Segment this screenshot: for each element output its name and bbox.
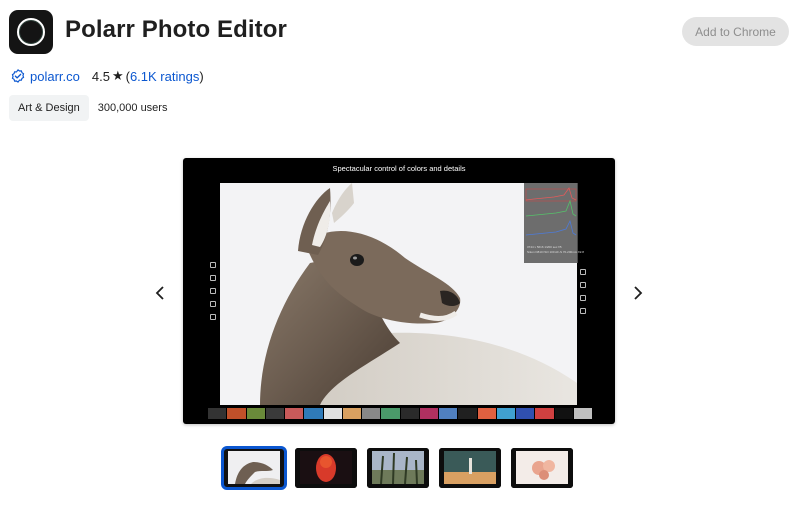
chevron-left-icon[interactable] [151,283,169,303]
app-logo-ring [17,18,45,46]
filter-thumb [439,408,458,419]
thumbnail-4[interactable] [439,448,501,488]
rating-value: 4.5 [91,68,110,84]
filter-thumb [342,408,361,419]
filter-thumb [227,408,246,419]
tool-icon [210,314,216,320]
histogram-exif-1: 3744 x 5616 1/200 sec f/5 [527,245,562,249]
histogram-panel: 3744 x 5616 1/200 sec f/5 Nikon D810 ISO… [524,183,584,263]
publisher-link[interactable]: polarr.co [30,69,80,84]
filter-thumb [208,408,227,419]
filter-thumb [535,408,554,419]
app-title: Polarr Photo Editor [65,16,287,43]
thumbnail-5[interactable] [511,448,573,488]
tool-icon [210,262,216,268]
filter-thumb [246,408,265,419]
tool-icon [580,269,586,275]
thumbnail-2[interactable] [295,448,357,488]
ratings-paren-close: ) [199,68,204,84]
tool-icon [210,301,216,307]
chevron-right-icon[interactable] [629,283,647,303]
main-screenshot[interactable]: Spectacular control of colors and detail… [183,158,615,424]
filter-thumb [323,408,342,419]
thumbnail-3[interactable] [367,448,429,488]
tool-icon [210,275,216,281]
category-chip[interactable]: Art & Design [9,95,89,121]
filter-thumb [304,408,323,419]
histogram-exif-2: Nikon D810 ISO 100 AF-S 70-200mm f/2.8 [527,250,584,254]
category-row: Art & Design 300,000 users [9,95,167,121]
thumbnail-1[interactable] [221,446,287,490]
polarr-ring-icon [9,10,53,54]
filter-thumb [554,408,573,419]
histogram-graph [525,187,577,236]
left-toolbar [210,262,219,327]
star-icon: ★ [111,68,124,83]
meta-row: polarr.co 4.5 ★ (6.1K ratings) [11,67,204,85]
thumbnail-strip [221,446,573,490]
filter-thumb [285,408,304,419]
filter-thumb [477,408,496,419]
filter-thumb [496,408,515,419]
tool-icon [210,288,216,294]
verified-badge-icon [11,69,25,83]
filter-thumb [265,408,284,419]
filter-thumb [362,408,381,419]
filter-thumb [458,408,477,419]
ratings-count-link[interactable]: 6.1K ratings [130,69,199,84]
tool-icon [580,295,586,301]
tool-icon [580,282,586,288]
add-to-chrome-button[interactable]: Add to Chrome [682,17,789,46]
filter-filmstrip [208,408,592,419]
filter-thumb [516,408,535,419]
filter-thumb [419,408,438,419]
screenshot-caption: Spectacular control of colors and detail… [332,164,466,173]
user-count: 300,000 users [97,102,168,114]
filter-thumb [381,408,400,419]
filter-thumb [573,408,592,419]
tool-icon [580,308,586,314]
filter-thumb [400,408,419,419]
right-toolbar [580,269,589,321]
